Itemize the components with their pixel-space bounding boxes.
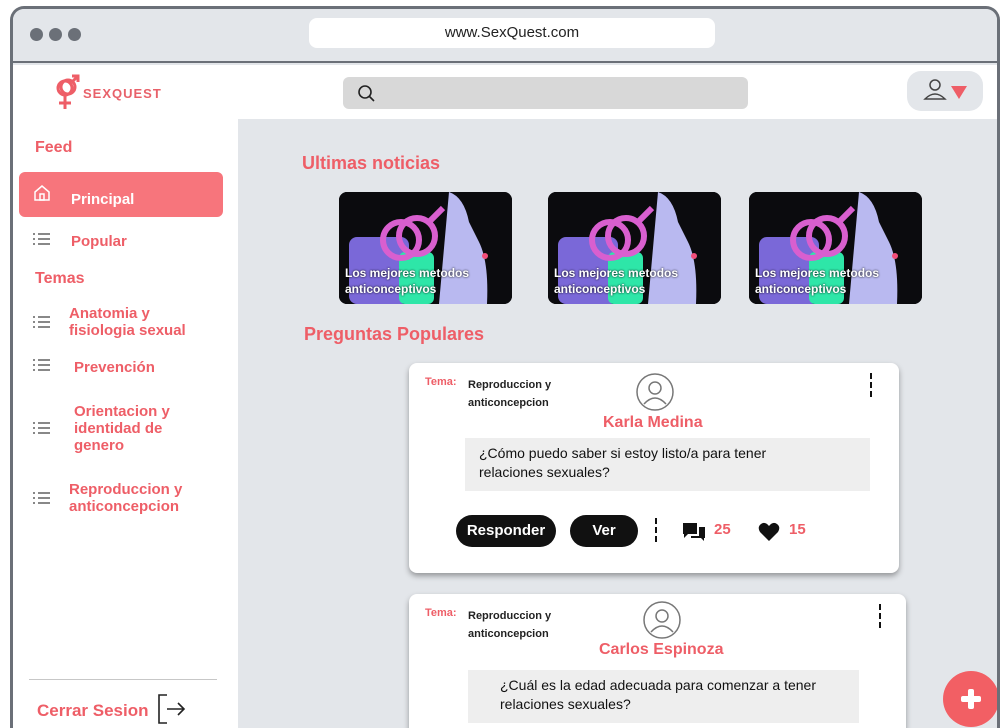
window-dot-icon[interactable]	[30, 28, 43, 41]
add-question-button[interactable]	[943, 671, 997, 727]
user-icon	[923, 79, 967, 100]
more-options-icon[interactable]	[879, 604, 882, 631]
author-name[interactable]: Karla Medina	[603, 414, 703, 432]
window-dot-icon[interactable]	[49, 28, 62, 41]
news-card[interactable]: Los mejores metodos anticonceptivos	[749, 192, 922, 304]
list-icon	[33, 492, 50, 504]
sidebar-item-popular[interactable]: Popular	[19, 229, 223, 253]
popular-section-title: Preguntas Populares	[304, 324, 485, 344]
plus-icon	[961, 689, 981, 709]
sidebar-item-prevencion[interactable]: Prevención	[19, 355, 223, 379]
feed-title: Feed	[35, 139, 73, 156]
browser-window: www.SexQuest.com SEXQUEST Feed Principal…	[10, 6, 1000, 728]
sidebar-divider	[29, 679, 217, 680]
dropdown-arrow-icon	[951, 86, 967, 99]
sidebar-item-label: Reproduccion y anticoncepcion	[69, 481, 183, 515]
list-icon	[33, 422, 50, 434]
heart-icon[interactable]	[758, 522, 780, 542]
avatar-icon[interactable]	[635, 372, 675, 412]
question-text: ¿Cuál es la edad adecuada para comenzar …	[500, 677, 816, 712]
more-options-icon[interactable]	[870, 373, 873, 400]
question-text-box: ¿Cómo puedo saber si estoy listo/a para …	[465, 438, 870, 491]
list-icon	[33, 359, 50, 371]
news-section-title: Ultimas noticias	[302, 153, 441, 173]
topic-label: Tema:	[425, 607, 457, 619]
avatar-icon[interactable]	[642, 600, 682, 640]
logout-button[interactable]: Cerrar Sesion	[37, 691, 207, 727]
address-bar[interactable]: www.SexQuest.com	[309, 18, 715, 48]
sidebar-item-label: Prevención	[74, 359, 155, 376]
logo-text: SEXQUEST	[83, 86, 162, 101]
sidebar-item-principal[interactable]: Principal	[19, 172, 223, 217]
app-logo[interactable]: SEXQUEST	[53, 73, 193, 113]
question-card[interactable]: Tema: Reproduccion y anticoncepcion Carl…	[409, 594, 906, 728]
browser-titlebar: www.SexQuest.com	[13, 9, 997, 63]
home-icon	[34, 185, 50, 201]
search-icon	[358, 85, 375, 102]
sidebar-item-label: Orientacion y identidad de genero	[74, 403, 170, 454]
topic-value: Reproduccion y anticoncepcion	[468, 610, 552, 640]
sidebar-item-label: Popular	[71, 233, 127, 250]
news-card[interactable]: Los mejores metodos anticonceptivos	[339, 192, 512, 304]
topic-label: Tema:	[425, 376, 457, 388]
sidebar-item-label: Anatomia y fisiologia sexual	[69, 305, 186, 339]
window-dot-icon[interactable]	[68, 28, 81, 41]
topic-value: Reproduccion y anticoncepcion	[468, 379, 552, 409]
likes-count: 15	[789, 521, 806, 538]
topics-title: Temas	[35, 270, 85, 287]
sidebar: Feed Principal Popular Temas Anatomia y …	[13, 119, 238, 728]
author-name[interactable]: Carlos Espinoza	[599, 641, 723, 659]
comments-count: 25	[714, 521, 731, 538]
news-title: Los mejores metodos anticonceptivos	[755, 266, 880, 296]
question-text: ¿Cómo puedo saber si estoy listo/a para …	[479, 445, 767, 480]
list-icon	[33, 316, 50, 328]
main-content: Ultimas noticias Los mejores metodos ant…	[238, 119, 997, 728]
sidebar-item-label: Principal	[71, 191, 135, 208]
action-divider	[655, 518, 657, 545]
gender-symbol-icon	[56, 74, 80, 109]
sidebar-item-reproduccion[interactable]: Reproduccion y anticoncepcion	[19, 477, 223, 517]
user-menu-button[interactable]	[907, 71, 983, 111]
comments-icon[interactable]	[682, 522, 706, 542]
logout-label: Cerrar Sesion	[37, 701, 149, 720]
sidebar-item-anatomia[interactable]: Anatomia y fisiologia sexual	[19, 301, 223, 341]
sidebar-item-orientacion[interactable]: Orientacion y identidad de genero	[19, 399, 223, 457]
list-icon	[33, 233, 50, 245]
app-header: SEXQUEST	[13, 65, 997, 119]
reply-button[interactable]: Responder	[456, 515, 556, 547]
search-input[interactable]	[343, 77, 748, 109]
news-title: Los mejores metodos anticonceptivos	[554, 266, 679, 296]
logout-icon	[158, 694, 186, 724]
question-card[interactable]: Tema: Reproduccion y anticoncepcion Karl…	[409, 363, 899, 573]
news-card[interactable]: Los mejores metodos anticonceptivos	[548, 192, 721, 304]
view-button[interactable]: Ver	[570, 515, 638, 547]
news-title: Los mejores metodos anticonceptivos	[345, 266, 470, 296]
question-text-box: ¿Cuál es la edad adecuada para comenzar …	[468, 670, 859, 723]
